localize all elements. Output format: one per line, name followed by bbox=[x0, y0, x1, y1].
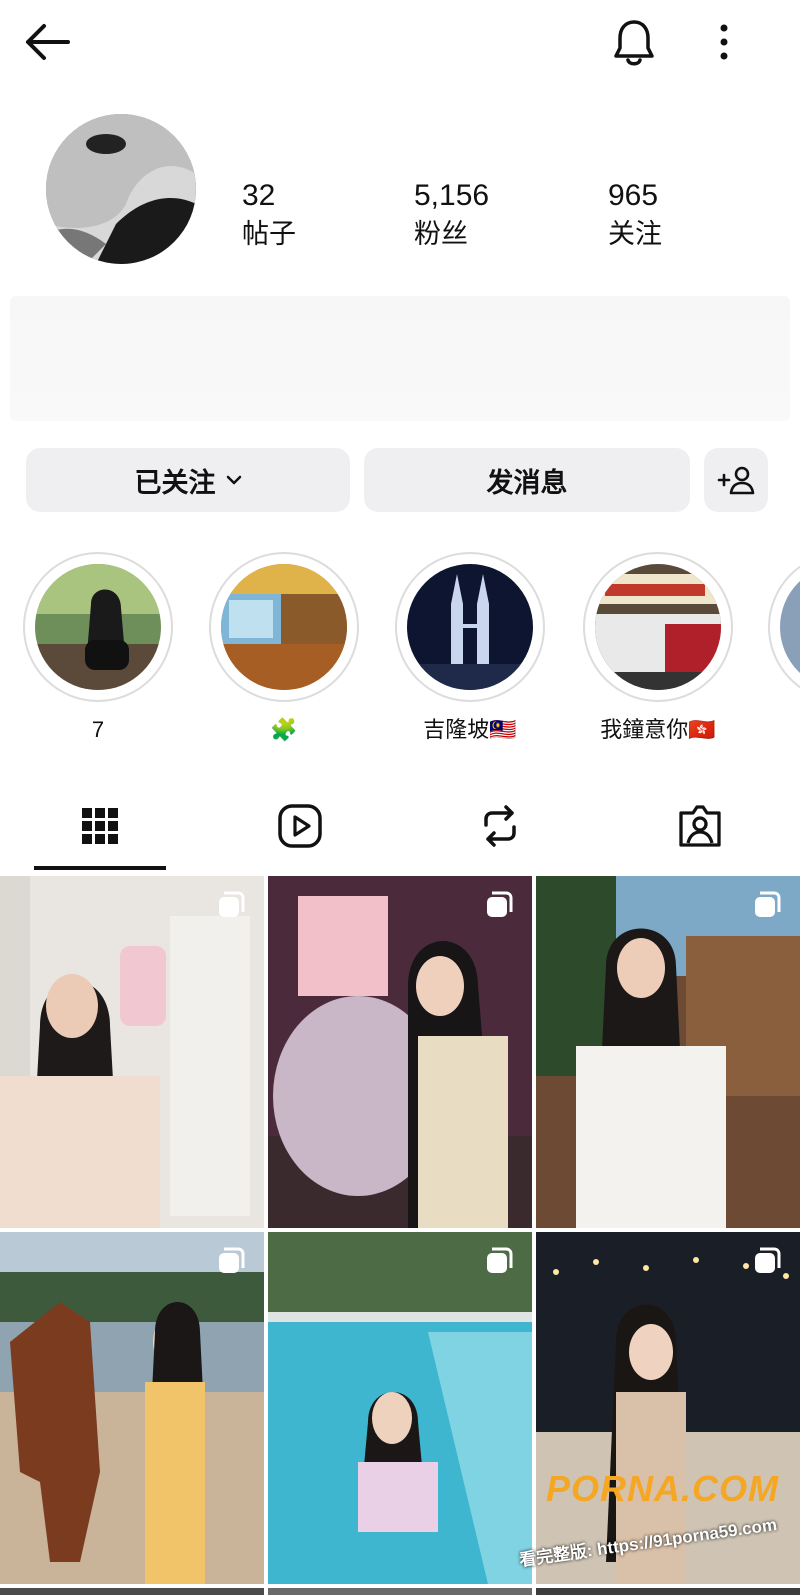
followers-stat[interactable]: 5,156 粉丝 bbox=[414, 178, 489, 252]
highlight-thumbnail bbox=[595, 564, 721, 690]
highlight-thumbnail bbox=[35, 564, 161, 690]
tab-reposts[interactable] bbox=[400, 780, 600, 872]
multiple-posts-icon bbox=[219, 1247, 245, 1273]
multiple-posts-icon bbox=[219, 891, 245, 917]
multiple-posts-icon bbox=[487, 891, 513, 917]
watermark-url: 看完整版: https://91porna59.com bbox=[518, 1514, 779, 1570]
highlight-thumbnail bbox=[780, 564, 800, 690]
highlight-caption: 吉隆坡🇲🇾 bbox=[423, 717, 517, 742]
highlight-caption: 我鐘意你🇭🇰 bbox=[600, 717, 716, 742]
top-bar bbox=[0, 0, 800, 90]
highlight-7[interactable]: 7 bbox=[22, 552, 174, 744]
grid-post[interactable] bbox=[536, 876, 800, 1228]
highlight-ring bbox=[395, 552, 545, 702]
arrow-left-icon[interactable] bbox=[22, 20, 72, 64]
highlight-thumbnail bbox=[221, 564, 347, 690]
grid-icon bbox=[82, 808, 118, 844]
reels-icon bbox=[278, 804, 322, 848]
profile-avatar[interactable] bbox=[46, 114, 196, 264]
posts-count: 32 bbox=[242, 179, 276, 212]
bell-icon[interactable] bbox=[610, 16, 658, 68]
watermark: PORNA.COM 看完整版: https://91porna59.com bbox=[518, 1468, 788, 1578]
add-user-icon bbox=[717, 466, 755, 495]
tab-tagged[interactable] bbox=[600, 780, 800, 872]
highlight-puzzle[interactable]: 🧩 bbox=[208, 552, 360, 744]
following-button-label: 已关注 bbox=[134, 467, 216, 498]
chevron-down-icon bbox=[226, 475, 241, 485]
message-button-label: 发消息 bbox=[486, 467, 568, 498]
tagged-icon bbox=[679, 805, 721, 847]
grid-post[interactable] bbox=[0, 876, 264, 1228]
message-button[interactable]: 发消息 bbox=[364, 448, 690, 512]
following-count: 965 bbox=[608, 179, 659, 212]
highlight-caption: 7 bbox=[91, 717, 105, 742]
multiple-posts-icon bbox=[755, 1247, 781, 1273]
followers-label: 粉丝 bbox=[414, 219, 468, 249]
highlight-thumbnail bbox=[407, 564, 533, 690]
following-label: 关注 bbox=[608, 219, 662, 249]
grid-post[interactable] bbox=[0, 1588, 264, 1595]
watermark-logo: PORNA.COM bbox=[546, 1468, 779, 1509]
grid-post[interactable] bbox=[268, 1588, 532, 1595]
grid-post[interactable] bbox=[268, 876, 532, 1228]
tab-reels[interactable] bbox=[200, 780, 400, 872]
grid-post[interactable] bbox=[536, 1588, 800, 1595]
add-user-button[interactable] bbox=[704, 448, 768, 512]
highlight-hong-kong[interactable]: 我鐘意你🇭🇰 bbox=[582, 552, 734, 744]
grid-post[interactable] bbox=[0, 1232, 264, 1584]
highlight-ring bbox=[209, 552, 359, 702]
more-vertical-icon[interactable] bbox=[712, 20, 736, 64]
grid-post[interactable] bbox=[268, 1232, 532, 1584]
tab-posts-grid[interactable] bbox=[0, 780, 200, 872]
highlight-ring bbox=[23, 552, 173, 702]
followers-count: 5,156 bbox=[414, 179, 490, 212]
highlight-caption: 🧩 bbox=[270, 717, 298, 742]
multiple-posts-icon bbox=[487, 1247, 513, 1273]
profile-tabs bbox=[0, 780, 800, 872]
highlight-ring bbox=[768, 552, 800, 702]
highlight-kuala-lumpur[interactable]: 吉隆坡🇲🇾 bbox=[394, 552, 546, 744]
highlight-partial[interactable] bbox=[768, 552, 800, 702]
posts-stat[interactable]: 32 帖子 bbox=[242, 178, 296, 252]
bio-redacted bbox=[10, 296, 790, 421]
posts-label: 帖子 bbox=[242, 219, 296, 249]
repost-icon bbox=[484, 805, 516, 847]
highlight-ring bbox=[583, 552, 733, 702]
following-button[interactable]: 已关注 bbox=[26, 448, 350, 512]
active-tab-indicator bbox=[34, 866, 166, 870]
following-stat[interactable]: 965 关注 bbox=[608, 178, 662, 252]
multiple-posts-icon bbox=[755, 891, 781, 917]
